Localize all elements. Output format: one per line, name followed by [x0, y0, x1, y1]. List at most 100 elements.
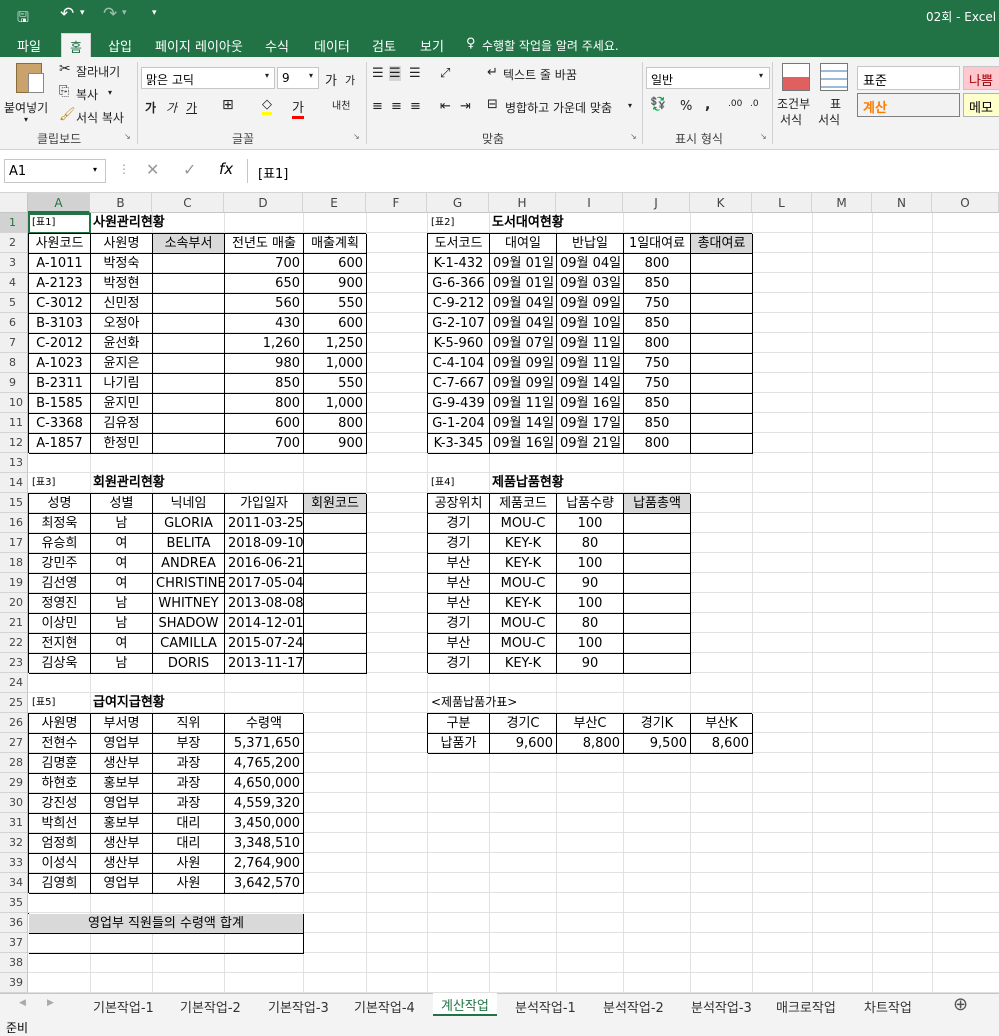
sheet-tab-active[interactable]: 계산작업	[433, 993, 497, 1016]
table-row-cell[interactable]: 09월 16일	[490, 434, 557, 454]
table-row-cell[interactable]: 부산	[428, 634, 490, 654]
table-row-cell[interactable]: B-2311	[29, 374, 91, 394]
table-row-cell[interactable]: 2013-08-08	[225, 594, 304, 614]
fill-color-icon[interactable]: ◇	[262, 97, 272, 115]
table-row-cell[interactable]: 980	[225, 354, 304, 374]
align-middle-icon[interactable]: ☰	[389, 66, 401, 81]
table-row-cell[interactable]: 560	[225, 294, 304, 314]
table-tag[interactable]: [표2]	[428, 213, 490, 233]
column-header[interactable]: L	[752, 193, 812, 213]
table-row-cell[interactable]	[153, 354, 225, 374]
table-row-cell[interactable]: K-5-960	[428, 334, 490, 354]
table-row-cell[interactable]	[691, 334, 753, 354]
row-header[interactable]: 30	[0, 793, 28, 813]
table-row-cell[interactable]	[691, 314, 753, 334]
row-header[interactable]: 4	[0, 273, 28, 293]
decrease-decimal-icon[interactable]: .0	[750, 99, 759, 109]
table-row-cell[interactable]	[153, 314, 225, 334]
conditional-format-icon[interactable]	[782, 63, 810, 91]
grow-font-icon[interactable]: 가	[325, 70, 337, 89]
table-tag[interactable]: [표1]	[29, 213, 91, 233]
table-format-icon[interactable]	[820, 63, 848, 91]
table-row-cell[interactable]: 김선영	[29, 574, 91, 594]
row-header[interactable]: 38	[0, 953, 28, 973]
table-row-cell[interactable]: 09월 09일	[490, 374, 557, 394]
table-row-cell[interactable]	[624, 534, 691, 554]
table-row-cell[interactable]	[691, 414, 753, 434]
row-header[interactable]: 11	[0, 413, 28, 433]
table-row-cell[interactable]: 850	[624, 414, 691, 434]
table-title[interactable]: 제품납품현황	[489, 473, 623, 493]
tab-formulas[interactable]: 수식	[265, 36, 289, 55]
border-icon[interactable]: ⊞	[222, 97, 234, 113]
sheet-tab[interactable]: 기본작업-1	[93, 997, 154, 1016]
table-row-cell[interactable]: A-1011	[29, 254, 91, 274]
table-row-cell[interactable]: 09월 17일	[557, 414, 624, 434]
row-header[interactable]: 32	[0, 833, 28, 853]
table-row-cell[interactable]: 9,500	[624, 734, 691, 754]
table-row-cell[interactable]: 09월 01일	[490, 274, 557, 294]
table-row-cell[interactable]: CAMILLA	[153, 634, 225, 654]
column-header[interactable]: D	[224, 193, 303, 213]
table-row-cell[interactable]: 09월 14일	[490, 414, 557, 434]
table-row-cell[interactable]	[304, 534, 367, 554]
sheet-tab[interactable]: 기본작업-2	[180, 997, 241, 1016]
table-row-cell[interactable]: A-1857	[29, 434, 91, 454]
table-row-cell[interactable]: 여	[91, 534, 153, 554]
column-heading[interactable]: 대여일	[490, 234, 557, 254]
column-heading[interactable]: 총대여료	[691, 234, 753, 254]
style-calculation[interactable]: 계산	[857, 93, 960, 117]
table-row-cell[interactable]: 750	[624, 294, 691, 314]
table-row-cell[interactable]: GLORIA	[153, 514, 225, 534]
table-row-cell[interactable]: 부산	[428, 594, 490, 614]
merge-center-icon[interactable]: ⊟	[487, 97, 498, 112]
table-row-cell[interactable]: 2,764,900	[225, 854, 304, 874]
table-row-cell[interactable]: 김영희	[29, 874, 91, 894]
table-row-cell[interactable]: 박정숙	[91, 254, 153, 274]
price-table-title[interactable]: <제품납품가표>	[428, 693, 556, 713]
table-row-cell[interactable]: C-7-667	[428, 374, 490, 394]
scroll-right-icon[interactable]: ▶	[47, 998, 54, 1008]
paste-dropdown-icon[interactable]: ▾	[24, 115, 28, 124]
table-row-cell[interactable]: 750	[624, 354, 691, 374]
sheet-tab[interactable]: 기본작업-3	[268, 997, 329, 1016]
table-format-button[interactable]: 표	[830, 95, 841, 112]
table-row-cell[interactable]: 생산부	[91, 754, 153, 774]
row-header[interactable]: 2	[0, 233, 28, 253]
column-heading[interactable]: 직위	[153, 714, 225, 734]
table-row-cell[interactable]: 사원	[153, 874, 225, 894]
table-row-cell[interactable]: MOU-C	[490, 614, 557, 634]
table-row-cell[interactable]: KEY-K	[490, 534, 557, 554]
table-row-cell[interactable]	[153, 434, 225, 454]
table-row-cell[interactable]: 09월 11일	[490, 394, 557, 414]
table-row-cell[interactable]: MOU-C	[490, 514, 557, 534]
sum-label[interactable]: 영업부 직원들의 수령액 합계	[29, 914, 304, 934]
column-heading[interactable]: 사원명	[91, 234, 153, 254]
table-row-cell[interactable]: 1,000	[304, 354, 367, 374]
table-row-cell[interactable]: A-1023	[29, 354, 91, 374]
table-row-cell[interactable]: 남	[91, 654, 153, 674]
table-row-cell[interactable]: 박정현	[91, 274, 153, 294]
table-tag[interactable]: [표3]	[29, 473, 91, 493]
table-title[interactable]: 도서대여현황	[489, 213, 623, 233]
column-heading[interactable]: 부산C	[557, 714, 624, 734]
table-row-cell[interactable]: 3,642,570	[225, 874, 304, 894]
table-row-cell[interactable]: WHITNEY	[153, 594, 225, 614]
row-header[interactable]: 36	[0, 913, 28, 933]
row-header[interactable]: 1	[0, 213, 28, 233]
table-row-cell[interactable]: 700	[225, 254, 304, 274]
table-row-cell[interactable]	[691, 274, 753, 294]
table-title[interactable]: 급여지급현황	[90, 693, 224, 713]
table-row-cell[interactable]: C-9-212	[428, 294, 490, 314]
name-box[interactable]: A1	[4, 159, 106, 183]
table-row-cell[interactable]	[624, 594, 691, 614]
product-delivery-table[interactable]: 공장위치 제품코드 납품수량 납품총액 경기 MOU-C 100 경기 KEY-K 80 부산 KEY…	[427, 493, 691, 674]
tab-insert[interactable]: 삽입	[108, 36, 132, 55]
number-format-combo[interactable]: 일반	[646, 67, 770, 89]
table-row-cell[interactable]: A-2123	[29, 274, 91, 294]
table-row-cell[interactable]: 09월 14일	[557, 374, 624, 394]
table-row-cell[interactable]: 전현수	[29, 734, 91, 754]
table-row-cell[interactable]: 09월 10일	[557, 314, 624, 334]
dialog-launcher-icon[interactable]: ↘	[630, 132, 637, 141]
column-header[interactable]: I	[556, 193, 623, 213]
